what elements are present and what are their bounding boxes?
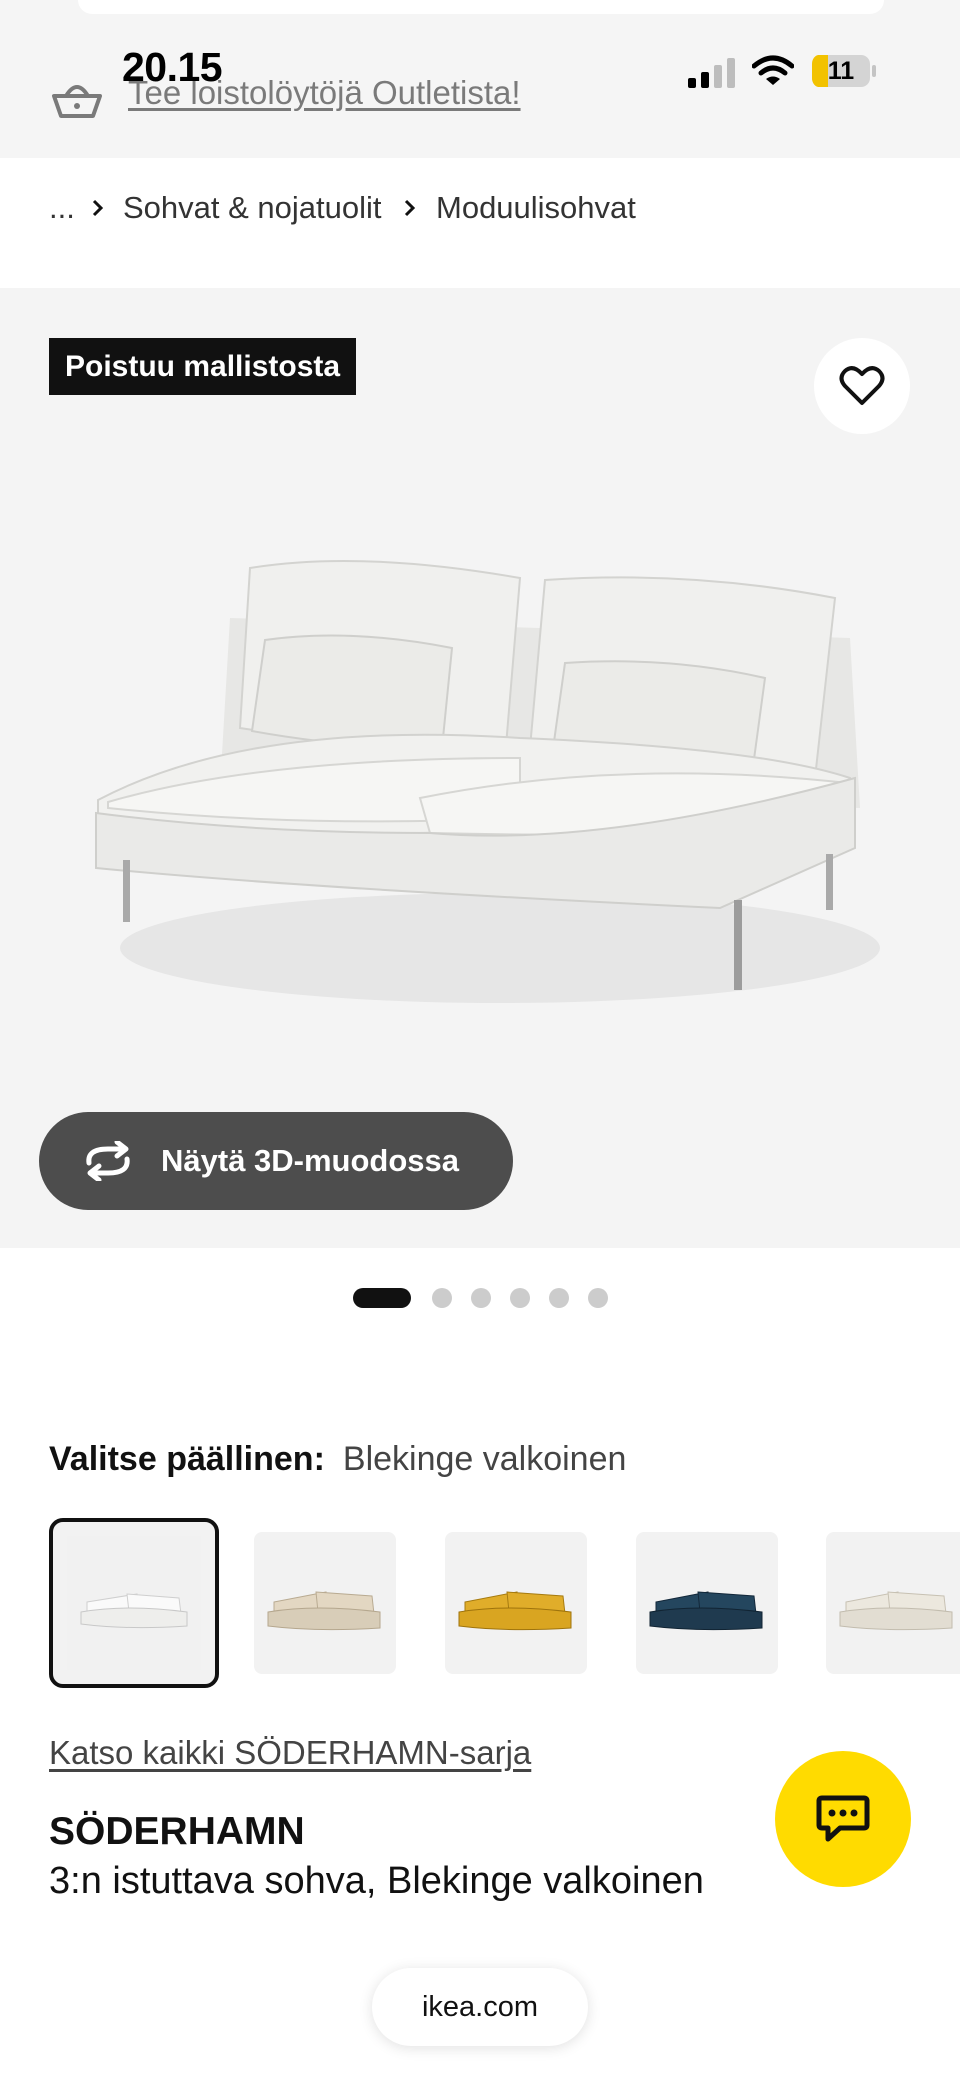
status-time: 20.15 [122, 44, 223, 90]
gallery-pagination [353, 1288, 627, 1308]
swatch-image [267, 1591, 381, 1631]
cover-swatch-light-beige[interactable] [826, 1532, 960, 1674]
heart-icon [839, 366, 885, 405]
chat-button[interactable] [775, 1751, 911, 1887]
top-strip-pill [78, 0, 884, 14]
product-name: SÖDERHAMN [49, 1810, 305, 1853]
battery-level: 11 [827, 57, 855, 85]
battery-indicator: 11 [812, 54, 878, 88]
wifi-icon [752, 55, 794, 85]
swatch-image [649, 1591, 763, 1631]
product-description: 3:n istuttava sohva, Blekinge valkoinen [49, 1860, 704, 1902]
chat-icon [816, 1795, 870, 1842]
view-3d-label: Näytä 3D-muodossa [161, 1143, 460, 1178]
pagination-dot[interactable] [588, 1288, 608, 1308]
swatch-image [458, 1591, 572, 1631]
cover-swatch-yellow[interactable] [445, 1532, 587, 1674]
pagination-dot[interactable] [471, 1288, 491, 1308]
swatch-image [67, 1536, 201, 1670]
pagination-dot[interactable] [510, 1288, 530, 1308]
cover-swatch-dark-blue[interactable] [636, 1532, 778, 1674]
breadcrumb-ellipsis[interactable]: ... [49, 190, 75, 226]
basket-icon[interactable] [50, 76, 104, 122]
pagination-dot-active[interactable] [353, 1288, 411, 1308]
cover-swatch-beige[interactable] [254, 1532, 396, 1674]
cellular-signal-icon [688, 58, 735, 88]
address-bar[interactable]: ikea.com [372, 1968, 588, 2046]
top-strip [0, 0, 960, 40]
favourite-button[interactable] [814, 338, 910, 434]
rotate-3d-icon [86, 1141, 130, 1181]
chevron-right-icon [92, 199, 104, 217]
status-badge: Poistuu mallistosta [49, 338, 357, 395]
breadcrumb-item-modular-sofas[interactable]: Moduulisohvat [436, 190, 636, 226]
product-image [95, 559, 880, 1003]
cover-value: Blekinge valkoinen [342, 1440, 627, 1478]
pagination-dot[interactable] [432, 1288, 452, 1308]
cover-selector-label: Valitse päällinen: Blekinge valkoinen [49, 1440, 626, 1479]
pagination-dot[interactable] [549, 1288, 569, 1308]
view-3d-button[interactable]: Näytä 3D-muodossa [39, 1112, 513, 1210]
swatch-image [839, 1591, 953, 1631]
series-link[interactable]: Katso kaikki SÖDERHAMN-sarja [49, 1734, 531, 1772]
breadcrumb-item-sofas[interactable]: Sohvat & nojatuolit [123, 190, 382, 226]
cover-swatch-blekinge-white[interactable] [49, 1518, 219, 1688]
address-bar-url: ikea.com [421, 1990, 539, 2023]
chevron-right-icon [404, 199, 416, 217]
cover-label: Valitse päällinen: [49, 1440, 325, 1478]
